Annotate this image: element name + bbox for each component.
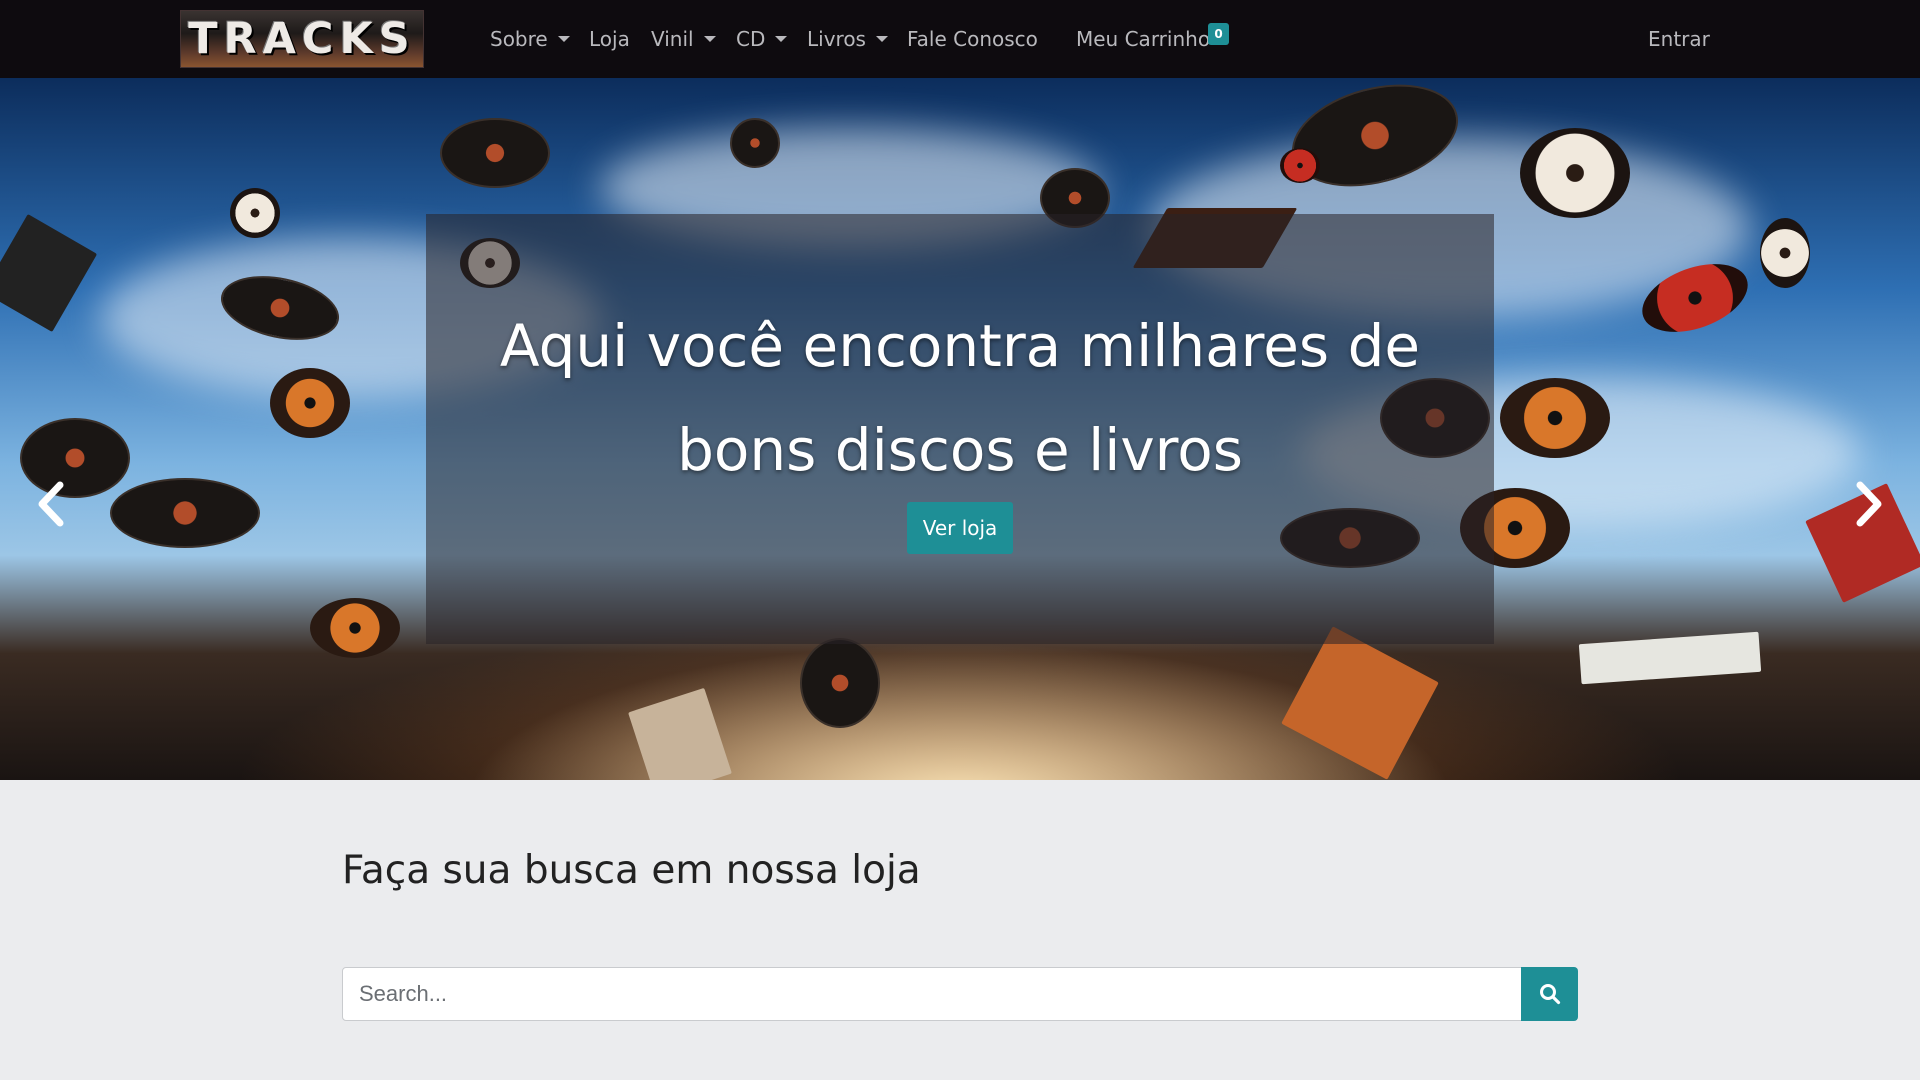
caret-down-icon	[703, 35, 716, 42]
top-navbar: TRACKS Sobre Loja Vinil CD Livros Fale C…	[0, 0, 1920, 78]
search-section-title: Faça sua busca em nossa loja	[342, 848, 921, 893]
nav-item-fale-conosco[interactable]: Fale Conosco	[907, 27, 1038, 51]
hero-title-line1: Aqui você encontra milhares de	[499, 312, 1421, 380]
nav-item-label: Vinil	[651, 27, 694, 51]
nav-item-label: Livros	[807, 27, 866, 51]
carousel-next-button[interactable]	[1849, 474, 1889, 534]
nav-item-label: CD	[736, 27, 766, 51]
caret-down-icon	[875, 35, 888, 42]
cart-count-badge: 0	[1208, 23, 1229, 45]
chevron-right-icon	[1856, 481, 1882, 527]
caret-down-icon	[557, 35, 570, 42]
search-input[interactable]	[342, 967, 1522, 1021]
see-store-button[interactable]: Ver loja	[907, 502, 1013, 554]
nav-item-vinil[interactable]: Vinil	[651, 27, 716, 51]
cart-label: Meu Carrinho	[1076, 27, 1211, 51]
search-icon	[1539, 984, 1560, 1005]
login-link[interactable]: Entrar	[1648, 27, 1710, 51]
brand-logo[interactable]: TRACKS	[180, 10, 424, 68]
nav-item-cart[interactable]: Meu Carrinho	[1076, 27, 1210, 51]
login-label: Entrar	[1648, 27, 1710, 51]
chevron-left-icon	[38, 481, 64, 527]
nav-item-livros[interactable]: Livros	[807, 27, 888, 51]
nav-item-sobre[interactable]: Sobre	[490, 27, 570, 51]
nav-item-cd[interactable]: CD	[736, 27, 788, 51]
nav-item-loja[interactable]: Loja	[589, 27, 630, 51]
hero-caption-title: Aqui você encontra milhares de bons disc…	[426, 294, 1494, 502]
brand-logo-text: TRACKS	[188, 14, 416, 64]
nav-item-label: Loja	[589, 27, 630, 51]
hero-title-line2: bons discos e livros	[677, 416, 1243, 484]
carousel-prev-button[interactable]	[31, 474, 71, 534]
search-button[interactable]	[1521, 967, 1578, 1021]
nav-item-label: Fale Conosco	[907, 27, 1038, 51]
nav-item-label: Sobre	[490, 27, 548, 51]
caret-down-icon	[775, 35, 788, 42]
